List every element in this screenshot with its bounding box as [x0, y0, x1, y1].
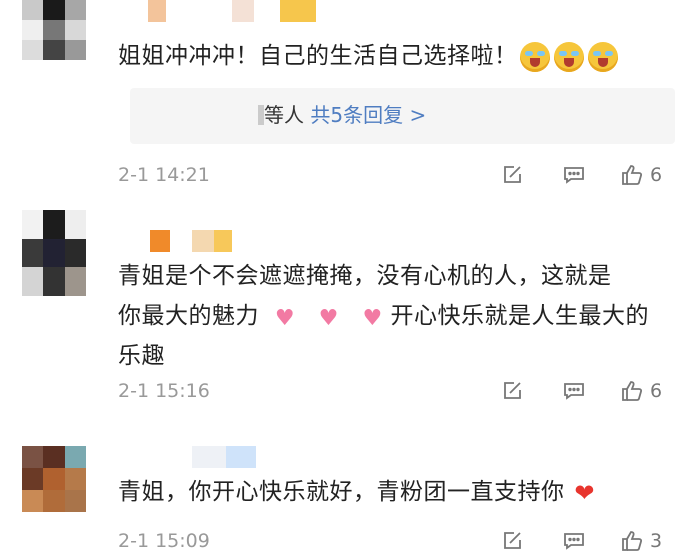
comment-icon	[564, 167, 584, 184]
like-button[interactable]: 3	[606, 526, 676, 556]
crying-laughing-icon	[553, 41, 584, 72]
like-button[interactable]: 6	[606, 160, 676, 190]
comment-button[interactable]	[546, 526, 602, 556]
comment-text-line: 乐趣	[118, 343, 165, 369]
like-icon	[622, 381, 642, 401]
timestamp: 2-1 15:09	[118, 530, 210, 552]
like-icon	[622, 531, 642, 551]
comment-button[interactable]	[546, 160, 602, 190]
heart-hug-icon: ♥	[318, 305, 339, 331]
reply-summary-box[interactable]: 等人 共5条回复 >	[130, 88, 675, 144]
share-button[interactable]	[484, 160, 540, 190]
heart-hug-icon: ♥	[362, 305, 383, 331]
username-blurred[interactable]	[130, 0, 316, 22]
reply-names: 等人	[264, 103, 304, 127]
crying-laughing-icon	[587, 41, 618, 72]
comment-text: 青姐是个不会遮遮掩掩，没有心机的人，这就是 你最大的魅力 ♥ ♥ ♥ 开心快乐就是…	[118, 256, 660, 376]
crying-laughing-icon	[519, 41, 550, 72]
comment-text-line: 青姐是个不会遮遮掩掩，没有心机的人，这就是	[118, 263, 612, 289]
comment-text: 姐姐冲冲冲！自己的生活自己选择啦！	[118, 36, 660, 76]
comment-text-line: 你最大的魅力 ♥ ♥ ♥ 开心快乐就是人生最大的	[118, 303, 649, 331]
heart-hug-icon: ♥	[274, 305, 296, 331]
like-count: 6	[649, 380, 663, 402]
like-button[interactable]: 6	[606, 376, 676, 406]
share-button[interactable]	[484, 376, 540, 406]
comment-button[interactable]	[546, 376, 602, 406]
avatar	[258, 105, 264, 125]
timestamp: 2-1 15:16	[118, 380, 210, 402]
share-icon	[504, 166, 521, 183]
username-blurred[interactable]	[130, 446, 256, 468]
like-icon	[622, 165, 642, 185]
comment-1: 姐姐冲冲冲！自己的生活自己选择啦！ 等人 共5条回复 > 2-1 14:21 6	[0, 0, 700, 200]
avatar[interactable]	[22, 210, 86, 296]
comment-2: 青姐是个不会遮遮掩掩，没有心机的人，这就是 你最大的魅力 ♥ ♥ ♥ 开心快乐就是…	[0, 210, 700, 420]
like-count: 6	[649, 164, 663, 186]
share-icon	[504, 532, 521, 549]
comment-icon	[564, 383, 584, 400]
share-icon	[504, 382, 521, 399]
comment-3: 青姐，你开心快乐就好，青粉团一直支持你 ❤ 2-1 15:09 3	[0, 440, 700, 554]
share-button[interactable]	[484, 526, 540, 556]
comment-text: 青姐，你开心快乐就好，青粉团一直支持你 ❤	[118, 478, 595, 507]
view-replies-link[interactable]: 共5条回复 >	[310, 103, 426, 127]
avatar[interactable]	[22, 0, 86, 60]
avatar[interactable]	[22, 446, 86, 512]
username-blurred[interactable]	[130, 230, 232, 252]
comment-icon	[564, 533, 584, 550]
timestamp: 2-1 14:21	[118, 164, 210, 186]
red-heart-icon: ❤	[574, 478, 595, 507]
like-count: 3	[649, 530, 663, 552]
